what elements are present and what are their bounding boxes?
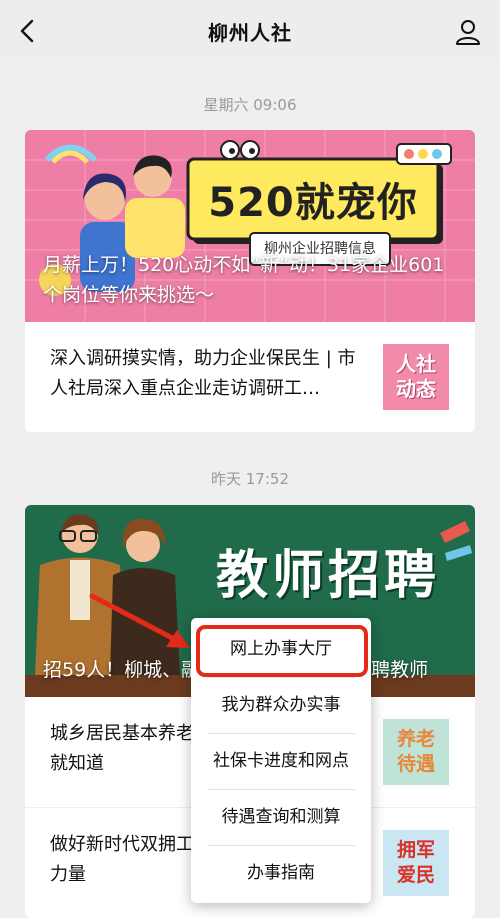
thumbnail-text: 动态 bbox=[396, 377, 436, 401]
nav-bar: 柳州人社 bbox=[0, 0, 500, 62]
menu-item-online-service-hall[interactable]: 网上办事大厅 bbox=[191, 622, 371, 677]
thumbnail-text: 养老 bbox=[396, 728, 435, 750]
user-icon[interactable] bbox=[454, 18, 482, 46]
thumbnail-text: 待遇 bbox=[396, 753, 435, 775]
menu-item-benefit-query[interactable]: 待遇查询和测算 bbox=[191, 790, 371, 845]
article-card: 520就宠你 柳州企业招聘信息 月薪上万！520心动不如“新”动！31家企业60… bbox=[25, 130, 475, 432]
cover-headline: 教师招聘 bbox=[215, 546, 440, 606]
timestamp: 星期六 09:06 bbox=[203, 96, 297, 114]
article-thumbnail: 人社 动态 bbox=[383, 344, 449, 410]
menu-item-social-security-card[interactable]: 社保卡进度和网点 bbox=[191, 734, 371, 789]
menu-item-service-guide[interactable]: 办事指南 bbox=[191, 846, 371, 901]
article-thumbnail: 拥军 爱民 bbox=[383, 830, 449, 896]
service-menu: 网上办事大厅 我为群众办实事 社保卡进度和网点 待遇查询和测算 办事指南 bbox=[191, 618, 371, 903]
article-cover[interactable]: 520就宠你 柳州企业招聘信息 月薪上万！520心动不如“新”动！31家企业60… bbox=[25, 130, 475, 322]
article-thumbnail: 养老 待遇 bbox=[383, 719, 449, 785]
cover-headline: 520就宠你 bbox=[208, 180, 418, 226]
article-title: 月薪上万！520心动不如“新”动！31家企业601个岗位等你来挑选～ bbox=[43, 254, 445, 306]
timestamp: 昨天 17:52 bbox=[211, 470, 289, 488]
list-item[interactable]: 深入调研摸实情，助力企业保民生 | 市人社局深入重点企业走访调研工… 人社 动态 bbox=[25, 322, 475, 432]
list-item-title: 深入调研摸实情，助力企业保民生 | 市人社局深入重点企业走访调研工… bbox=[50, 348, 356, 399]
thumbnail-text: 拥军 bbox=[396, 839, 435, 861]
page-title: 柳州人社 bbox=[208, 20, 292, 45]
thumbnail-text: 人社 bbox=[396, 352, 436, 376]
menu-item-serve-the-people[interactable]: 我为群众办实事 bbox=[191, 678, 371, 733]
thumbnail-text: 爱民 bbox=[396, 864, 435, 886]
chevron-left-icon[interactable] bbox=[14, 17, 42, 45]
